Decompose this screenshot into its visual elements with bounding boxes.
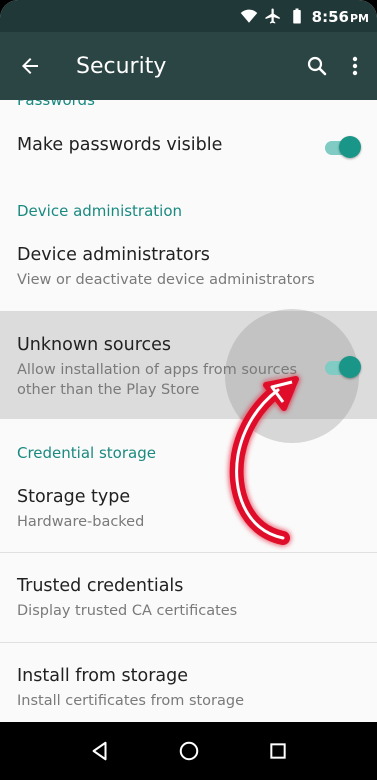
section-header-passwords: Passwords — [17, 100, 95, 109]
recents-square-icon — [269, 743, 286, 759]
phone-screen: 8:56PM Security Passwords Make passwords… — [0, 0, 377, 780]
clock-ampm: PM — [349, 11, 369, 25]
page-title: Security — [76, 53, 167, 79]
row-summary: Display trusted CA certificates — [17, 603, 238, 619]
row-label: Install from storage — [17, 666, 189, 686]
row-make-passwords-visible[interactable]: Make passwords visible — [0, 135, 377, 175]
back-button[interactable] — [0, 32, 60, 100]
row-summary: Hardware-backed — [17, 514, 145, 530]
unknown-sources-switch[interactable] — [323, 355, 361, 379]
app-bar: Security — [0, 32, 377, 100]
row-device-administrators[interactable]: Device administrators View or deactivate… — [0, 245, 377, 290]
back-triangle-icon — [92, 741, 107, 761]
more-vert-icon — [352, 56, 358, 76]
divider — [0, 552, 377, 553]
row-label: Device administrators — [17, 245, 210, 265]
row-unknown-sources[interactable]: Unknown sources Allow installation of ap… — [0, 335, 377, 400]
row-install-from-storage[interactable]: Install from storage Install certificate… — [0, 666, 377, 711]
row-label: Storage type — [17, 487, 131, 507]
divider — [0, 642, 377, 643]
clock-time: 8:56 — [311, 7, 349, 26]
make-passwords-visible-switch[interactable] — [323, 135, 361, 159]
nav-back-button[interactable] — [85, 736, 115, 766]
summary-line-2: other than the Play Store — [17, 382, 200, 398]
navigation-bar — [0, 722, 377, 780]
back-arrow-icon — [22, 58, 38, 74]
row-trusted-credentials[interactable]: Trusted credentials Display trusted CA c… — [0, 576, 377, 621]
switch-thumb — [339, 356, 361, 378]
row-summary: View or deactivate device administrators — [17, 272, 315, 288]
row-summary: Install certificates from storage — [17, 693, 245, 709]
row-label: Unknown sources — [17, 335, 172, 355]
section-header-device-administration: Device administration — [17, 202, 183, 220]
nav-home-button[interactable] — [174, 736, 204, 766]
nav-recents-button[interactable] — [263, 736, 293, 766]
switch-thumb — [339, 136, 361, 158]
settings-list[interactable]: Passwords Make passwords visible Device … — [0, 100, 377, 722]
status-bar: 8:56PM — [0, 0, 377, 32]
more-options-button[interactable] — [337, 32, 373, 100]
row-storage-type[interactable]: Storage type Hardware-backed — [0, 487, 377, 532]
home-circle-icon — [179, 741, 198, 761]
status-time: 8:56PM — [312, 7, 369, 26]
wifi-icon — [240, 9, 257, 23]
section-header-credential-storage: Credential storage — [17, 444, 156, 462]
search-button[interactable] — [297, 32, 337, 100]
row-label: Trusted credentials — [17, 576, 184, 596]
search-icon — [307, 56, 327, 76]
airplane-icon — [265, 8, 280, 24]
battery-icon — [292, 8, 301, 24]
